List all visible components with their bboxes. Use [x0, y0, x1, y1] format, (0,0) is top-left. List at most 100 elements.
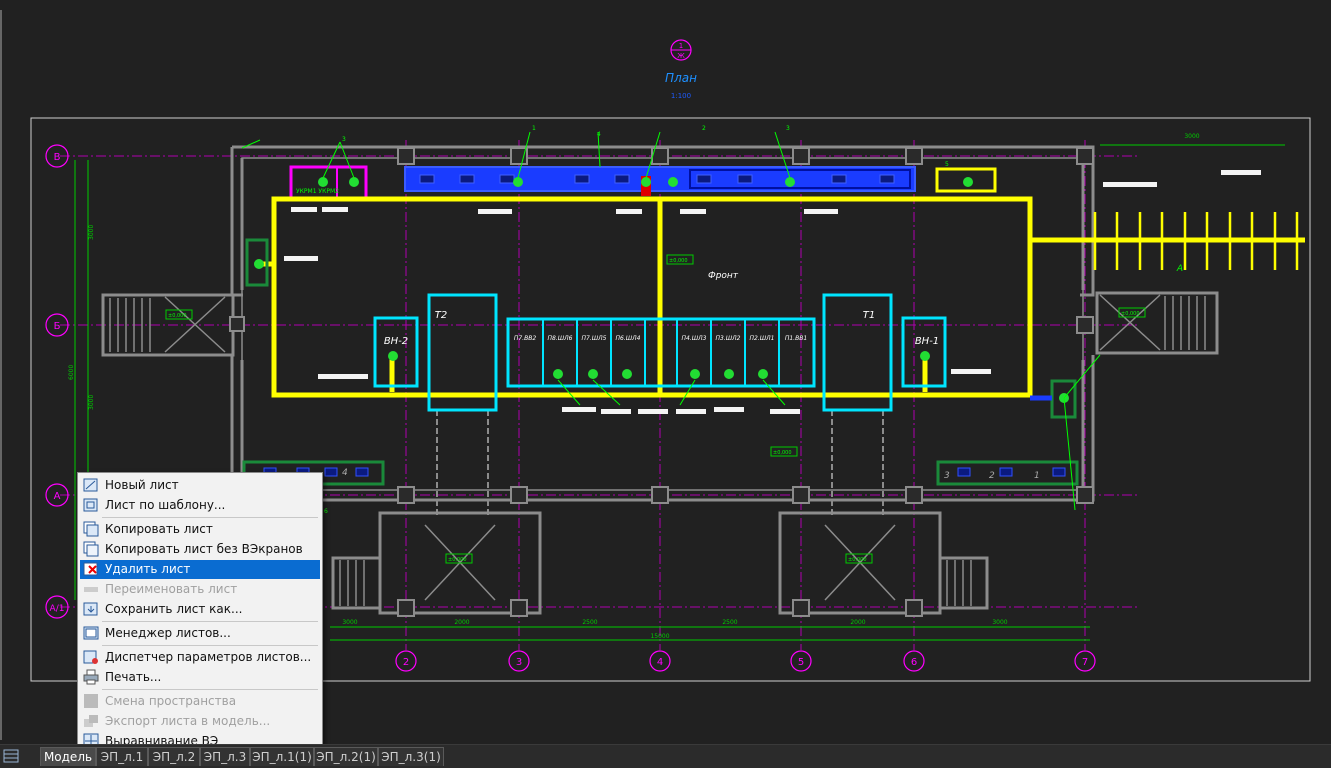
board-number: 4	[342, 468, 348, 478]
change-space-icon	[83, 693, 99, 709]
dim-label: 2000	[454, 619, 469, 626]
menu-item-template-sheet[interactable]: Лист по шаблону...	[80, 496, 320, 515]
menu-item-sheet-manager[interactable]: Менеджер листов...	[80, 624, 320, 643]
sheet-manager-icon	[83, 625, 99, 641]
tab-ep-l2[interactable]: ЭП_л.2	[148, 747, 200, 766]
plan-title: План	[665, 71, 697, 85]
dim-label: 3000	[992, 619, 1007, 626]
menu-item-label: Менеджер листов...	[105, 626, 231, 640]
page-setup-icon	[83, 649, 99, 665]
callout-number: 3	[342, 136, 346, 143]
tab-ep-l3-1[interactable]: ЭП_л.3(1)	[378, 747, 444, 766]
menu-item-label: Копировать лист	[105, 522, 213, 536]
tab-ep-l3[interactable]: ЭП_л.3	[200, 747, 250, 766]
new-sheet-icon	[83, 477, 99, 493]
menu-item-label: Сохранить лист как...	[105, 602, 243, 616]
save-sheet-icon	[83, 601, 99, 617]
delete-sheet-icon	[83, 561, 99, 577]
axis-label: 6	[911, 657, 917, 668]
menu-item-new-sheet[interactable]: Новый лист	[80, 476, 320, 495]
dim-label: 3000	[1184, 133, 1199, 140]
rename-sheet-icon	[83, 581, 99, 597]
menu-item-label: Новый лист	[105, 478, 179, 492]
cabinet-label: П7.ШЛ5	[582, 335, 607, 342]
board-number: 1	[1034, 471, 1040, 481]
tab-ep-l1-1[interactable]: ЭП_л.1(1)	[250, 747, 314, 766]
dim-label: 6000	[68, 365, 75, 380]
cabinet-label: П4.ШЛ3	[682, 335, 707, 342]
axis-label: 7	[1082, 657, 1088, 668]
dim-label: 3000	[88, 395, 95, 410]
room-label: ВН-2	[384, 336, 408, 347]
copy-sheet-nov-icon	[83, 541, 99, 557]
dim-label: 3000	[88, 225, 95, 240]
board-number: 3	[944, 471, 950, 481]
level-mark: ±0,000	[1121, 311, 1140, 317]
room-label: Фронт	[708, 271, 739, 281]
room-label: Т1	[863, 310, 875, 321]
level-mark: ±0,000	[669, 258, 688, 264]
menu-item-label: Диспетчер параметров листов...	[105, 650, 312, 664]
tab-model[interactable]: Модель	[40, 747, 96, 766]
template-sheet-icon	[83, 497, 99, 513]
cabinet-label: П2.ШЛ1	[750, 335, 775, 342]
menu-item-label: Экспорт листа в модель...	[105, 714, 271, 728]
menu-item-page-setup[interactable]: Диспетчер параметров листов...	[80, 648, 320, 667]
axis-label: 3	[516, 657, 522, 668]
callout-number: 3	[786, 125, 790, 132]
dim-label: 15000	[650, 633, 669, 640]
menu-item-copy-sheet-no-viewports[interactable]: Копировать лист без ВЭкранов	[80, 540, 320, 559]
cabinet-label: П7.ВВ2	[514, 335, 536, 342]
callout-number: 4	[597, 131, 601, 138]
level-mark: ±0,000	[448, 557, 467, 563]
menu-item-export-sheet[interactable]: Экспорт листа в модель...	[80, 712, 320, 731]
menu-item-label: Печать...	[105, 670, 162, 684]
menu-item-copy-sheet[interactable]: Копировать лист	[80, 520, 320, 539]
sheet-context-menu: Новый лист Лист по шаблону... Копировать…	[77, 472, 323, 752]
tab-ep-l1[interactable]: ЭП_л.1	[96, 747, 148, 766]
room-label: Т2	[435, 310, 447, 321]
sheet-tab-bar: Модель ЭП_л.1 ЭП_л.2 ЭП_л.3 ЭП_л.1(1) ЭП…	[0, 744, 1331, 768]
room-label: А	[1176, 264, 1183, 274]
cabinet-label: П6.ШЛ4	[616, 335, 641, 342]
callout-number: 6	[324, 508, 328, 515]
cabinet-label: П3.ШЛ2	[716, 335, 741, 342]
axis-label: 4	[657, 657, 663, 668]
layouts-menu-icon[interactable]	[3, 748, 19, 764]
menu-item-label: Смена пространства	[105, 694, 237, 708]
print-icon	[83, 669, 99, 685]
axis-label: А/1	[50, 604, 65, 614]
axis-label: 2	[403, 657, 409, 668]
ukrm-label: УКРМ1 УКРМ2	[296, 188, 339, 195]
menu-item-label: Переименовать лист	[105, 582, 238, 596]
menu-item-rename-sheet[interactable]: Переименовать лист	[80, 580, 320, 599]
menu-item-save-sheet-as[interactable]: Сохранить лист как...	[80, 600, 320, 619]
export-sheet-icon	[83, 713, 99, 729]
dim-label: 3000	[342, 619, 357, 626]
view-symbol-top: 1	[679, 42, 683, 50]
menu-item-label: Лист по шаблону...	[105, 498, 226, 512]
menu-item-label: Копировать лист без ВЭкранов	[105, 542, 303, 556]
cabinet-label: П1.ВВ1	[785, 335, 807, 342]
axis-label: А	[54, 491, 61, 502]
cabinet-label: П8.ШЛ6	[548, 335, 573, 342]
dim-label: 2500	[582, 619, 597, 626]
callout-number: 2	[702, 125, 706, 132]
menu-item-print[interactable]: Печать...	[80, 668, 320, 687]
menu-item-delete-sheet[interactable]: Удалить лист	[80, 560, 320, 579]
room-label: ВН-1	[915, 336, 939, 347]
menu-item-change-space[interactable]: Смена пространства	[80, 692, 320, 711]
tab-ep-l2-1[interactable]: ЭП_л.2(1)	[314, 747, 378, 766]
board-number: 2	[989, 471, 995, 481]
level-mark: ±0,000	[848, 557, 867, 563]
menu-item-label: Удалить лист	[105, 562, 191, 576]
plan-scale: 1:100	[671, 92, 691, 100]
axis-label: Б	[54, 321, 61, 332]
copy-sheet-icon	[83, 521, 99, 537]
axis-label: 5	[798, 657, 804, 668]
dim-label: 2500	[722, 619, 737, 626]
callout-number: 5	[945, 161, 949, 168]
level-mark: ±0,000	[773, 450, 792, 456]
dim-label: 2000	[850, 619, 865, 626]
callout-number: 1	[532, 125, 536, 132]
